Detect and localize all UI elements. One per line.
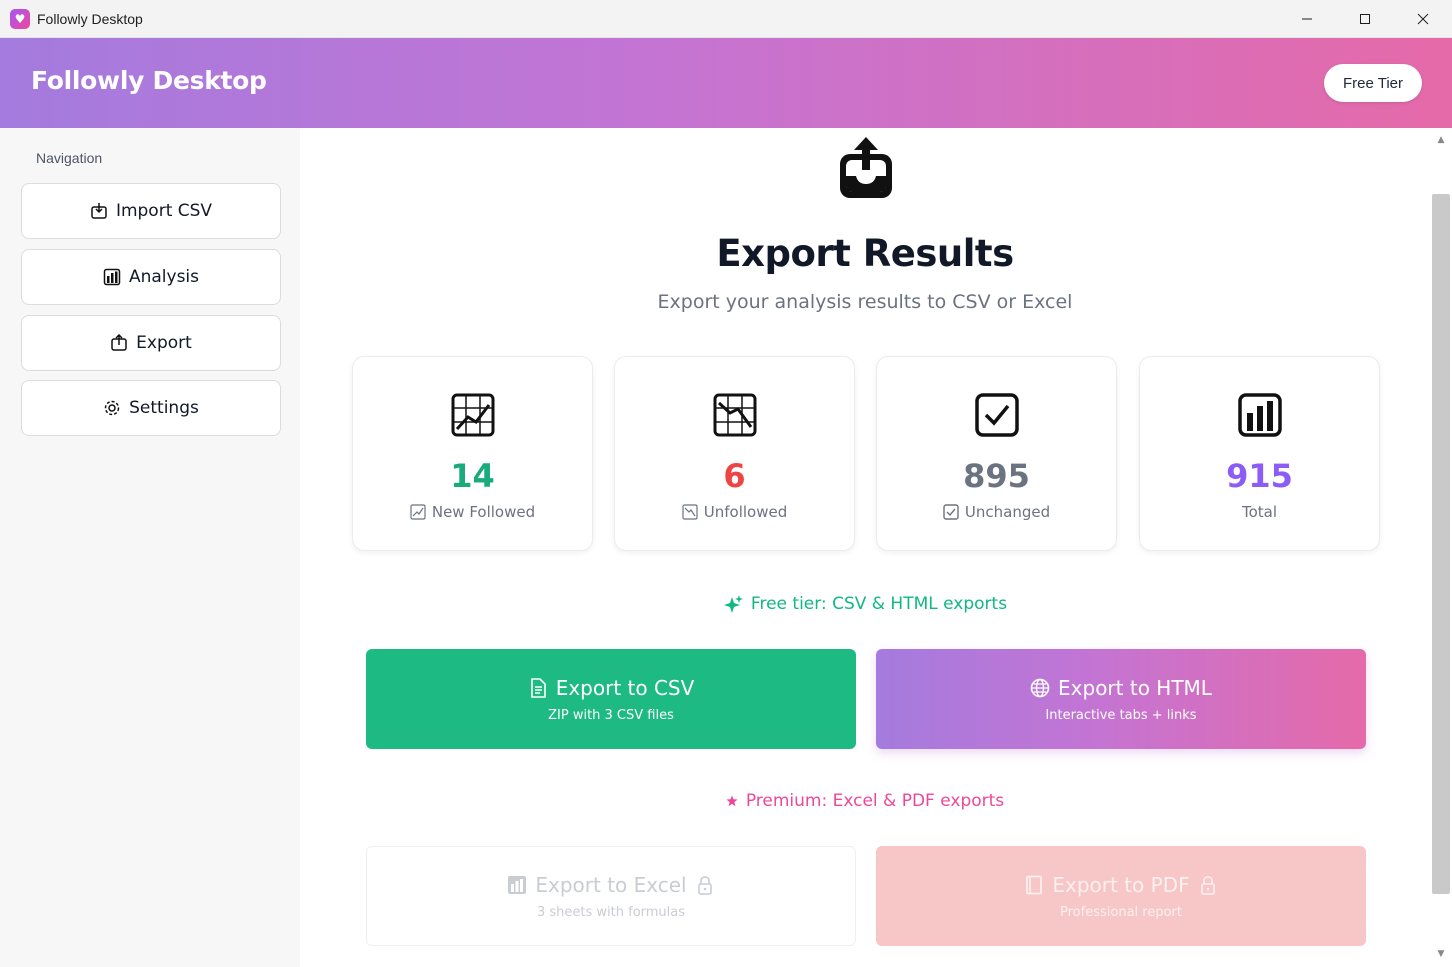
heart-app-icon: ♥	[10, 8, 30, 29]
globe-icon	[1030, 678, 1050, 697]
stat-card-unfollowed: 6 Unfollowed	[614, 356, 855, 551]
export-csv-button[interactable]: Export to CSV ZIP with 3 CSV files	[366, 649, 856, 749]
scroll-up-icon[interactable]: ▲	[1430, 132, 1452, 148]
maximize-icon[interactable]	[1336, 0, 1394, 38]
sidebar-item-export[interactable]: Export	[21, 315, 281, 371]
export-excel-button[interactable]: Export to Excel 3 sheets with formulas	[366, 846, 856, 946]
scroll-down-icon[interactable]: ▼	[1430, 946, 1452, 962]
document-icon	[530, 677, 546, 698]
sidebar: Navigation Import CSV Analysis Export Se…	[0, 128, 300, 967]
export-pdf-subtitle: Professional report	[1060, 904, 1182, 920]
free-tier-note-text: Free tier: CSV & HTML exports	[750, 594, 1008, 614]
close-icon[interactable]	[1394, 0, 1452, 38]
free-tier-note: Free tier: CSV & HTML exports	[300, 594, 1430, 614]
stat-value: 895	[963, 457, 1030, 495]
bar-chart-icon	[103, 268, 121, 286]
premium-tier-note: Premium: Excel & PDF exports	[300, 791, 1430, 811]
checkbox-icon	[975, 393, 1019, 437]
export-csv-title-row: Export to CSV	[528, 675, 695, 700]
export-pdf-title-row: Export to PDF	[1024, 873, 1217, 897]
stat-label-row: Total	[1140, 503, 1379, 521]
page-title: Export Results	[716, 232, 1014, 275]
window-title: Followly Desktop	[37, 10, 143, 27]
export-html-subtitle: Interactive tabs + links	[1045, 707, 1197, 723]
sparkles-icon	[723, 595, 743, 613]
export-excel-subtitle: 3 sheets with formulas	[536, 904, 686, 920]
stat-card-total: 915 Total	[1139, 356, 1380, 551]
export-html-title-row: Export to HTML	[1030, 676, 1212, 700]
spreadsheet-icon	[508, 875, 527, 894]
export-csv-label: Export to CSV	[555, 675, 695, 700]
export-excel-label: Export to Excel	[535, 872, 687, 897]
book-icon	[1026, 875, 1043, 894]
sidebar-item-analysis[interactable]: Analysis	[21, 249, 281, 305]
trend-up-chart-icon	[410, 504, 426, 520]
trend-down-chart-icon	[713, 393, 757, 437]
import-icon	[91, 203, 107, 219]
main-content: Export Results Export your analysis resu…	[300, 128, 1430, 967]
stat-value: 14	[450, 457, 495, 495]
stat-label-row: Unchanged	[877, 503, 1116, 521]
stat-label: Unchanged	[964, 503, 1051, 521]
stat-label: Total	[1241, 503, 1278, 521]
export-pdf-label: Export to PDF	[1052, 872, 1190, 897]
vertical-scrollbar[interactable]: ▲ ▼	[1430, 128, 1452, 967]
export-html-label: Export to HTML	[1058, 675, 1212, 700]
stat-label-row: Unfollowed	[615, 503, 854, 521]
export-csv-subtitle: ZIP with 3 CSV files	[548, 707, 674, 723]
bar-chart-icon	[1238, 393, 1282, 437]
stat-card-unchanged: 895 Unchanged	[876, 356, 1117, 551]
sidebar-item-settings[interactable]: Settings	[21, 380, 281, 436]
stat-label: Unfollowed	[703, 503, 788, 521]
sidebar-item-label: Settings	[129, 398, 199, 418]
window-titlebar: ♥ Followly Desktop	[0, 0, 1452, 38]
stat-label-row: New Followed	[353, 503, 592, 521]
checkbox-icon	[943, 504, 959, 520]
app-header: Followly Desktop Free Tier	[0, 38, 1452, 128]
scrollbar-thumb[interactable]	[1432, 194, 1450, 894]
export-tray-icon	[840, 137, 892, 198]
page-subtitle: Export your analysis results to CSV or E…	[657, 291, 1073, 313]
export-html-button[interactable]: Export to HTML Interactive tabs + links	[876, 649, 1366, 749]
star-icon	[726, 795, 738, 807]
sidebar-item-label: Import CSV	[115, 201, 213, 221]
stat-label: New Followed	[431, 503, 536, 521]
export-excel-title-row: Export to Excel	[507, 873, 714, 897]
stat-value: 915	[1226, 457, 1293, 495]
nav-heading: Navigation	[36, 150, 103, 166]
export-icon	[111, 334, 127, 351]
trend-down-chart-icon	[682, 504, 698, 520]
stat-value: 6	[723, 457, 746, 495]
stat-card-new-followed: 14 New Followed	[352, 356, 593, 551]
premium-tier-note-text: Premium: Excel & PDF exports	[745, 791, 1005, 811]
trend-up-chart-icon	[451, 393, 495, 437]
lock-icon	[1200, 875, 1215, 895]
window-controls	[1278, 0, 1452, 38]
export-pdf-button[interactable]: Export to PDF Professional report	[876, 846, 1366, 946]
sidebar-item-label: Export	[136, 333, 192, 353]
minimize-icon[interactable]	[1278, 0, 1336, 38]
app-header-title: Followly Desktop	[31, 66, 267, 95]
tier-badge[interactable]: Free Tier	[1324, 64, 1422, 102]
sidebar-item-label: Analysis	[128, 267, 200, 287]
sidebar-item-import-csv[interactable]: Import CSV	[21, 183, 281, 239]
lock-icon	[697, 875, 712, 895]
gear-icon	[104, 400, 120, 416]
